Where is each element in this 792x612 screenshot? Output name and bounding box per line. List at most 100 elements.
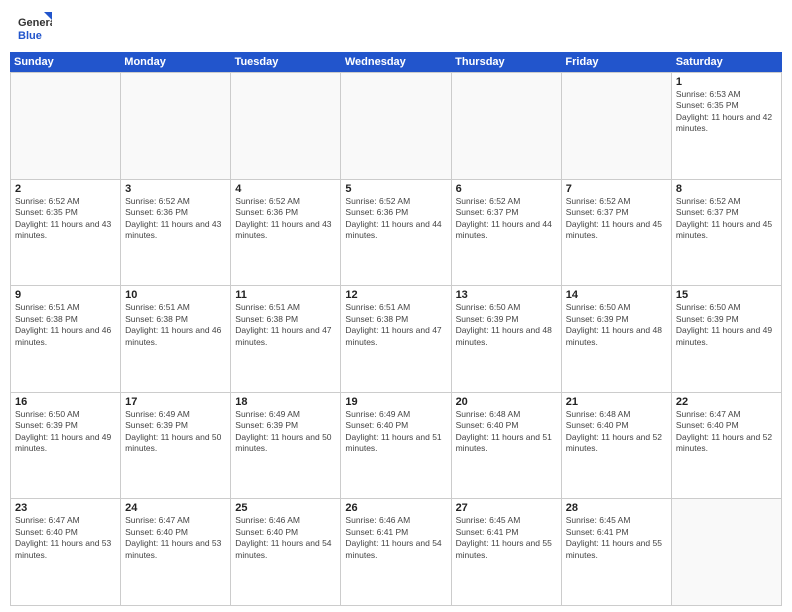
calendar-cell: 26Sunrise: 6:46 AM Sunset: 6:41 PM Dayli… <box>341 499 451 605</box>
calendar-cell: 14Sunrise: 6:50 AM Sunset: 6:39 PM Dayli… <box>562 286 672 392</box>
day-number: 26 <box>345 502 446 514</box>
day-info: Sunrise: 6:45 AM Sunset: 6:41 PM Dayligh… <box>566 515 667 561</box>
calendar-cell: 3Sunrise: 6:52 AM Sunset: 6:36 PM Daylig… <box>121 180 231 286</box>
day-info: Sunrise: 6:48 AM Sunset: 6:40 PM Dayligh… <box>456 409 557 455</box>
day-number: 7 <box>566 183 667 195</box>
day-info: Sunrise: 6:52 AM Sunset: 6:37 PM Dayligh… <box>566 196 667 242</box>
calendar-cell: 23Sunrise: 6:47 AM Sunset: 6:40 PM Dayli… <box>11 499 121 605</box>
day-info: Sunrise: 6:50 AM Sunset: 6:39 PM Dayligh… <box>676 302 777 348</box>
calendar-cell <box>341 73 451 179</box>
day-info: Sunrise: 6:52 AM Sunset: 6:37 PM Dayligh… <box>456 196 557 242</box>
day-info: Sunrise: 6:52 AM Sunset: 6:36 PM Dayligh… <box>345 196 446 242</box>
day-number: 15 <box>676 289 777 301</box>
day-info: Sunrise: 6:47 AM Sunset: 6:40 PM Dayligh… <box>676 409 777 455</box>
day-number: 11 <box>235 289 336 301</box>
day-info: Sunrise: 6:51 AM Sunset: 6:38 PM Dayligh… <box>125 302 226 348</box>
day-info: Sunrise: 6:52 AM Sunset: 6:35 PM Dayligh… <box>15 196 116 242</box>
weekday-header: Wednesday <box>341 52 451 72</box>
calendar-cell: 7Sunrise: 6:52 AM Sunset: 6:37 PM Daylig… <box>562 180 672 286</box>
day-info: Sunrise: 6:47 AM Sunset: 6:40 PM Dayligh… <box>15 515 116 561</box>
calendar-cell: 12Sunrise: 6:51 AM Sunset: 6:38 PM Dayli… <box>341 286 451 392</box>
calendar-cell: 2Sunrise: 6:52 AM Sunset: 6:35 PM Daylig… <box>11 180 121 286</box>
weekday-header: Monday <box>120 52 230 72</box>
day-info: Sunrise: 6:50 AM Sunset: 6:39 PM Dayligh… <box>566 302 667 348</box>
day-number: 12 <box>345 289 446 301</box>
weekday-header: Saturday <box>672 52 782 72</box>
calendar-cell: 11Sunrise: 6:51 AM Sunset: 6:38 PM Dayli… <box>231 286 341 392</box>
calendar-cell: 8Sunrise: 6:52 AM Sunset: 6:37 PM Daylig… <box>672 180 782 286</box>
day-number: 18 <box>235 396 336 408</box>
calendar-cell: 25Sunrise: 6:46 AM Sunset: 6:40 PM Dayli… <box>231 499 341 605</box>
day-info: Sunrise: 6:51 AM Sunset: 6:38 PM Dayligh… <box>345 302 446 348</box>
day-number: 16 <box>15 396 116 408</box>
calendar-cell: 27Sunrise: 6:45 AM Sunset: 6:41 PM Dayli… <box>452 499 562 605</box>
day-info: Sunrise: 6:52 AM Sunset: 6:36 PM Dayligh… <box>235 196 336 242</box>
calendar-cell <box>11 73 121 179</box>
weekday-header: Sunday <box>10 52 120 72</box>
day-info: Sunrise: 6:49 AM Sunset: 6:40 PM Dayligh… <box>345 409 446 455</box>
calendar-cell: 18Sunrise: 6:49 AM Sunset: 6:39 PM Dayli… <box>231 393 341 499</box>
calendar-cell: 28Sunrise: 6:45 AM Sunset: 6:41 PM Dayli… <box>562 499 672 605</box>
calendar-cell: 20Sunrise: 6:48 AM Sunset: 6:40 PM Dayli… <box>452 393 562 499</box>
day-info: Sunrise: 6:48 AM Sunset: 6:40 PM Dayligh… <box>566 409 667 455</box>
calendar-header: SundayMondayTuesdayWednesdayThursdayFrid… <box>10 52 782 72</box>
day-number: 6 <box>456 183 557 195</box>
day-number: 24 <box>125 502 226 514</box>
svg-text:Blue: Blue <box>18 30 42 42</box>
day-number: 5 <box>345 183 446 195</box>
calendar-cell: 13Sunrise: 6:50 AM Sunset: 6:39 PM Dayli… <box>452 286 562 392</box>
day-info: Sunrise: 6:51 AM Sunset: 6:38 PM Dayligh… <box>15 302 116 348</box>
day-info: Sunrise: 6:52 AM Sunset: 6:36 PM Dayligh… <box>125 196 226 242</box>
calendar-cell: 10Sunrise: 6:51 AM Sunset: 6:38 PM Dayli… <box>121 286 231 392</box>
calendar-cell: 19Sunrise: 6:49 AM Sunset: 6:40 PM Dayli… <box>341 393 451 499</box>
weekday-header: Thursday <box>451 52 561 72</box>
day-number: 2 <box>15 183 116 195</box>
day-number: 27 <box>456 502 557 514</box>
calendar-cell: 1Sunrise: 6:53 AM Sunset: 6:35 PM Daylig… <box>672 73 782 179</box>
weekday-header: Tuesday <box>231 52 341 72</box>
calendar-cell <box>231 73 341 179</box>
day-number: 3 <box>125 183 226 195</box>
calendar-cell <box>452 73 562 179</box>
day-number: 10 <box>125 289 226 301</box>
calendar-body: 1Sunrise: 6:53 AM Sunset: 6:35 PM Daylig… <box>10 72 782 606</box>
day-number: 19 <box>345 396 446 408</box>
day-number: 17 <box>125 396 226 408</box>
day-info: Sunrise: 6:47 AM Sunset: 6:40 PM Dayligh… <box>125 515 226 561</box>
calendar-cell: 22Sunrise: 6:47 AM Sunset: 6:40 PM Dayli… <box>672 393 782 499</box>
day-number: 25 <box>235 502 336 514</box>
calendar-row: 16Sunrise: 6:50 AM Sunset: 6:39 PM Dayli… <box>11 393 782 500</box>
calendar: SundayMondayTuesdayWednesdayThursdayFrid… <box>0 52 792 612</box>
svg-text:General: General <box>18 17 52 29</box>
day-number: 1 <box>676 76 777 88</box>
day-info: Sunrise: 6:46 AM Sunset: 6:41 PM Dayligh… <box>345 515 446 561</box>
day-info: Sunrise: 6:49 AM Sunset: 6:39 PM Dayligh… <box>125 409 226 455</box>
day-number: 8 <box>676 183 777 195</box>
day-info: Sunrise: 6:46 AM Sunset: 6:40 PM Dayligh… <box>235 515 336 561</box>
calendar-row: 1Sunrise: 6:53 AM Sunset: 6:35 PM Daylig… <box>11 73 782 180</box>
calendar-cell <box>672 499 782 605</box>
calendar-cell: 17Sunrise: 6:49 AM Sunset: 6:39 PM Dayli… <box>121 393 231 499</box>
day-info: Sunrise: 6:49 AM Sunset: 6:39 PM Dayligh… <box>235 409 336 455</box>
day-number: 13 <box>456 289 557 301</box>
day-info: Sunrise: 6:52 AM Sunset: 6:37 PM Dayligh… <box>676 196 777 242</box>
calendar-row: 2Sunrise: 6:52 AM Sunset: 6:35 PM Daylig… <box>11 180 782 287</box>
calendar-cell: 9Sunrise: 6:51 AM Sunset: 6:38 PM Daylig… <box>11 286 121 392</box>
calendar-cell: 24Sunrise: 6:47 AM Sunset: 6:40 PM Dayli… <box>121 499 231 605</box>
weekday-header: Friday <box>561 52 671 72</box>
day-info: Sunrise: 6:53 AM Sunset: 6:35 PM Dayligh… <box>676 89 777 135</box>
logo: General Blue <box>16 10 52 46</box>
calendar-cell: 6Sunrise: 6:52 AM Sunset: 6:37 PM Daylig… <box>452 180 562 286</box>
day-number: 14 <box>566 289 667 301</box>
day-number: 21 <box>566 396 667 408</box>
page: General Blue SundayMondayTuesdayWednesda… <box>0 0 792 612</box>
calendar-cell: 16Sunrise: 6:50 AM Sunset: 6:39 PM Dayli… <box>11 393 121 499</box>
day-info: Sunrise: 6:45 AM Sunset: 6:41 PM Dayligh… <box>456 515 557 561</box>
day-number: 28 <box>566 502 667 514</box>
calendar-cell: 21Sunrise: 6:48 AM Sunset: 6:40 PM Dayli… <box>562 393 672 499</box>
day-info: Sunrise: 6:50 AM Sunset: 6:39 PM Dayligh… <box>15 409 116 455</box>
day-number: 20 <box>456 396 557 408</box>
day-info: Sunrise: 6:51 AM Sunset: 6:38 PM Dayligh… <box>235 302 336 348</box>
calendar-row: 9Sunrise: 6:51 AM Sunset: 6:38 PM Daylig… <box>11 286 782 393</box>
day-info: Sunrise: 6:50 AM Sunset: 6:39 PM Dayligh… <box>456 302 557 348</box>
